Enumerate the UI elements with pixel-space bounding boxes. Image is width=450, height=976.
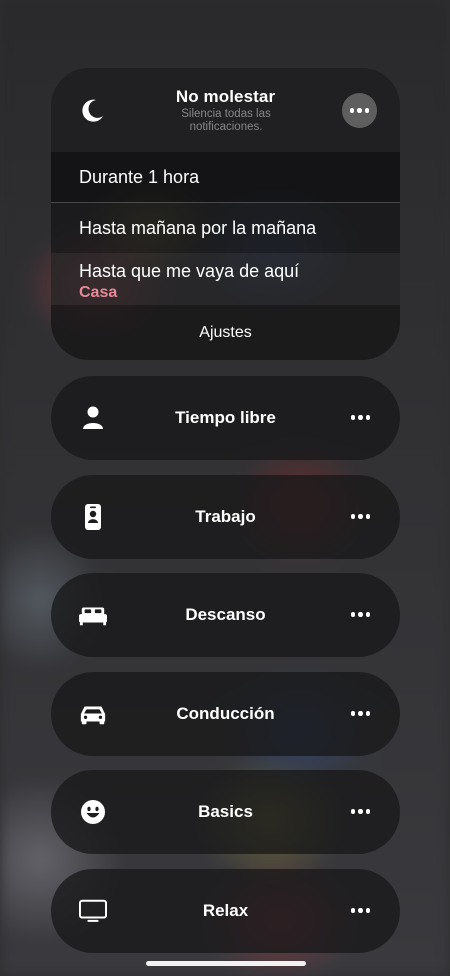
focus-label: Conducción — [176, 704, 275, 723]
option-location: Casa — [79, 284, 118, 301]
option-label: Durante 1 hora — [79, 166, 200, 187]
focus-more-button[interactable] — [350, 415, 370, 420]
ellipsis-icon — [350, 612, 370, 617]
focus-trabajo[interactable]: Trabajo — [51, 475, 400, 559]
dnd-more-button[interactable] — [342, 93, 377, 128]
focus-conduccion[interactable]: Conducción — [51, 672, 400, 756]
focus-more-button[interactable] — [350, 908, 370, 913]
dnd-option-until-morning[interactable]: Hasta mañana por la mañana — [51, 203, 400, 253]
focus-label: Basics — [198, 802, 253, 821]
do-not-disturb-card: No molestar Silencia todas las notificac… — [51, 68, 400, 360]
focus-tiempo-libre[interactable]: Tiempo libre — [51, 376, 400, 460]
ellipsis-icon — [349, 108, 370, 113]
focus-more-button[interactable] — [350, 612, 370, 617]
focus-label: Descanso — [185, 605, 266, 624]
ellipsis-icon — [350, 908, 370, 913]
focus-more-button[interactable] — [350, 514, 370, 519]
dnd-subtitle: Silencia todas las notificaciones. — [181, 108, 271, 133]
focus-label: Trabajo — [195, 507, 256, 526]
dnd-header[interactable]: No molestar Silencia todas las notificac… — [51, 68, 400, 152]
ellipsis-icon — [350, 711, 370, 716]
ellipsis-icon — [350, 514, 370, 519]
dnd-option-1-hour[interactable]: Durante 1 hora — [51, 152, 400, 202]
focus-more-button[interactable] — [350, 711, 370, 716]
focus-more-button[interactable] — [350, 809, 370, 814]
dnd-option-until-leave[interactable]: Hasta que me vaya de aquí Casa — [51, 253, 400, 305]
option-label: Hasta mañana por la mañana — [79, 217, 317, 238]
option-label: Hasta que me vaya de aquí — [79, 261, 300, 281]
focus-descanso[interactable]: Descanso — [51, 573, 400, 657]
ellipsis-icon — [350, 415, 370, 420]
settings-button[interactable]: Ajustes — [51, 305, 400, 360]
focus-label: Tiempo libre — [175, 408, 276, 427]
home-indicator[interactable] — [146, 961, 306, 966]
focus-label: Relax — [202, 901, 249, 920]
ellipsis-icon — [350, 809, 370, 814]
focus-basics[interactable]: Basics — [51, 770, 400, 854]
focus-relax[interactable]: Relax — [51, 869, 400, 953]
